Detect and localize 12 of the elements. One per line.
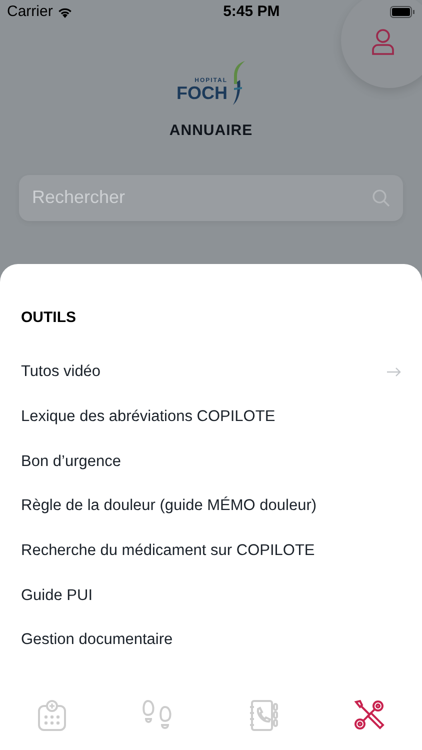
page-title: ANNUAIRE bbox=[168, 121, 254, 141]
menu-item[interactable]: Guide PUI bbox=[0, 572, 422, 618]
carrier-label: Carrier bbox=[7, 2, 53, 22]
clock-time: 5:45 PM bbox=[223, 2, 280, 22]
logo-title: FOCH bbox=[176, 84, 228, 102]
menu-item[interactable]: Tutos vidéo bbox=[0, 350, 422, 394]
menu-item[interactable]: Recherche du médicament sur COPILOTE bbox=[0, 528, 422, 573]
menu-item[interactable]: Gestion documentaire bbox=[0, 618, 422, 662]
menu-item[interactable]: Lexique des abréviations COPILOTE bbox=[0, 394, 422, 439]
menu-item[interactable]: Bon d’urgence bbox=[0, 438, 422, 484]
sheet-title: OUTILS bbox=[21, 308, 77, 328]
menu-item[interactable]: Règle de la douleur (guide MÉMO douleur) bbox=[0, 484, 422, 528]
